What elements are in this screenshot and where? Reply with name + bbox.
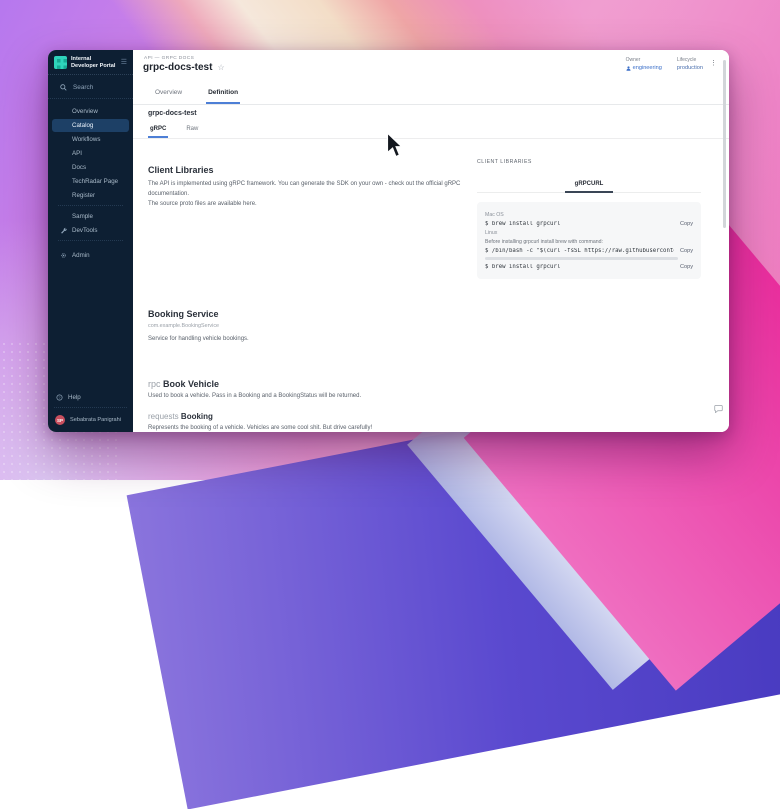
linux-command-2: $ brew install grpcurl — [485, 264, 560, 270]
macos-label: Mac OS — [485, 212, 693, 218]
portal-title: Internal Developer Portal — [71, 56, 117, 69]
card-tabs: gRPC Raw — [133, 123, 729, 139]
copy-button[interactable]: Copy — [680, 264, 693, 270]
rpc-description: Used to book a vehicle. Pass in a Bookin… — [148, 393, 714, 399]
app-window: Internal Developer Portal ☰ Search Overv… — [48, 50, 729, 432]
copy-button[interactable]: Copy — [680, 221, 693, 227]
breadcrumb: API — GRPC DOCS — [144, 56, 194, 61]
code-horizontal-scrollbar[interactable] — [485, 257, 678, 260]
booking-service-section: Booking Service com.example.BookingServi… — [133, 309, 729, 379]
sidebar-item-overview[interactable]: Overview — [52, 105, 129, 119]
sidebar-header: Internal Developer Portal ☰ — [48, 50, 133, 75]
sidebar-item-docs[interactable]: Docs — [52, 161, 129, 175]
panel-tab-row: gRPCURL — [477, 172, 701, 193]
lifecycle-label: Lifecycle — [677, 57, 703, 63]
mouse-cursor — [386, 132, 403, 164]
owner-meta: Owner engineering — [626, 57, 662, 71]
entity-meta: Owner engineering Lifecycle production — [626, 57, 703, 71]
service-fqn: com.example.BookingService — [148, 323, 714, 329]
macos-command: $ brew install grpcurl — [485, 221, 560, 227]
sidebar-item-help[interactable]: ? Help — [48, 391, 133, 405]
wrench-icon — [59, 226, 67, 234]
owner-link[interactable]: engineering — [626, 65, 662, 71]
sidebar-divider — [58, 205, 123, 206]
definition-content: grpc-docs-test gRPC Raw Client Libraries… — [133, 100, 729, 432]
rpc-kind: rpc — [148, 379, 161, 389]
search-icon — [59, 83, 67, 91]
sidebar-divider — [58, 240, 123, 241]
sidebar-item-workflows[interactable]: Workflows — [52, 133, 129, 147]
client-libraries-panel: CLIENT LIBRARIES gRPCURL Mac OS $ brew i… — [477, 159, 701, 279]
sidebar-search[interactable]: Search — [48, 75, 133, 99]
tab-grpc[interactable]: gRPC — [148, 123, 168, 138]
macos-command-row: $ brew install grpcurl Copy — [485, 221, 693, 227]
help-label: Help — [68, 394, 81, 401]
install-instructions: Mac OS $ brew install grpcurl Copy Linux… — [477, 202, 701, 279]
page-title: grpc-docs-test — [143, 62, 212, 73]
page-title-row: grpc-docs-test ☆ — [143, 62, 225, 73]
linux-command: $ /bin/bash -c "$(curl -fsSL https://raw… — [485, 248, 674, 254]
group-icon — [626, 66, 631, 71]
sidebar-nav: Overview Catalog Workflows API Docs Tech… — [48, 99, 133, 262]
service-heading: Booking Service — [148, 309, 714, 319]
linux-command-row: $ /bin/bash -c "$(curl -fsSL https://raw… — [485, 248, 693, 254]
kebab-menu-icon[interactable]: ⋮ — [710, 60, 717, 67]
sidebar-menu-icon[interactable]: ☰ — [121, 59, 127, 66]
help-icon: ? — [55, 393, 63, 401]
copy-button[interactable]: Copy — [680, 248, 693, 254]
user-name: Sebabrata Panigrahi — [70, 417, 121, 423]
client-libraries-description: The API is implemented using gRPC framew… — [148, 180, 478, 210]
sidebar-item-catalog[interactable]: Catalog — [52, 119, 129, 133]
sidebar-item-sample[interactable]: Sample — [52, 209, 129, 223]
tab-grpcurl[interactable]: gRPCURL — [565, 178, 614, 193]
portal-logo-icon — [54, 56, 67, 69]
lifecycle-meta: Lifecycle production — [677, 57, 703, 71]
sidebar-item-register[interactable]: Register — [52, 189, 129, 203]
request-kind: requests — [148, 412, 179, 421]
sidebar-footer: ? Help SP Sebabrata Panigrahi — [48, 390, 133, 427]
user-menu[interactable]: SP Sebabrata Panigrahi — [48, 411, 133, 427]
sidebar-item-admin[interactable]: Admin — [52, 249, 129, 263]
gear-icon — [59, 252, 67, 260]
tab-raw[interactable]: Raw — [184, 123, 200, 138]
rpc-section: rpc Book Vehicle Used to book a vehicle.… — [133, 379, 729, 399]
sidebar-item-techradar[interactable]: TechRadar Page — [52, 175, 129, 189]
client-libraries-section: Client Libraries The API is implemented … — [133, 139, 729, 309]
sidebar: Internal Developer Portal ☰ Search Overv… — [48, 50, 133, 432]
feedback-bubble-icon[interactable] — [714, 400, 723, 418]
sidebar-item-label: Admin — [72, 252, 90, 259]
sidebar-divider — [54, 407, 127, 408]
request-description: Represents the booking of a vehicle. Veh… — [148, 425, 714, 431]
linux-label: Linux — [485, 230, 693, 236]
request-section: requests Booking Represents the booking … — [133, 412, 729, 431]
user-avatar: SP — [55, 415, 65, 425]
card-title: grpc-docs-test — [133, 100, 729, 121]
sidebar-item-devtools[interactable]: DevTools — [52, 223, 129, 237]
rpc-heading: rpc Book Vehicle — [148, 379, 714, 389]
main-area: API — GRPC DOCS grpc-docs-test ☆ Owner e… — [133, 50, 729, 432]
svg-text:?: ? — [58, 396, 60, 400]
sidebar-search-label: Search — [73, 84, 93, 91]
vertical-scrollbar[interactable] — [723, 60, 727, 228]
panel-title: CLIENT LIBRARIES — [477, 159, 701, 165]
request-heading: requests Booking — [148, 412, 714, 421]
sidebar-item-label: DevTools — [72, 227, 97, 234]
linux-command-row-2: $ brew install grpcurl Copy — [485, 264, 693, 270]
linux-note: Before installing grpcurl install brew w… — [485, 239, 693, 245]
favorite-star-icon[interactable]: ☆ — [217, 64, 224, 72]
sidebar-item-api[interactable]: API — [52, 147, 129, 161]
lifecycle-value: production — [677, 65, 703, 71]
service-description: Service for handling vehicle bookings. — [148, 336, 714, 342]
owner-label: Owner — [626, 57, 662, 63]
